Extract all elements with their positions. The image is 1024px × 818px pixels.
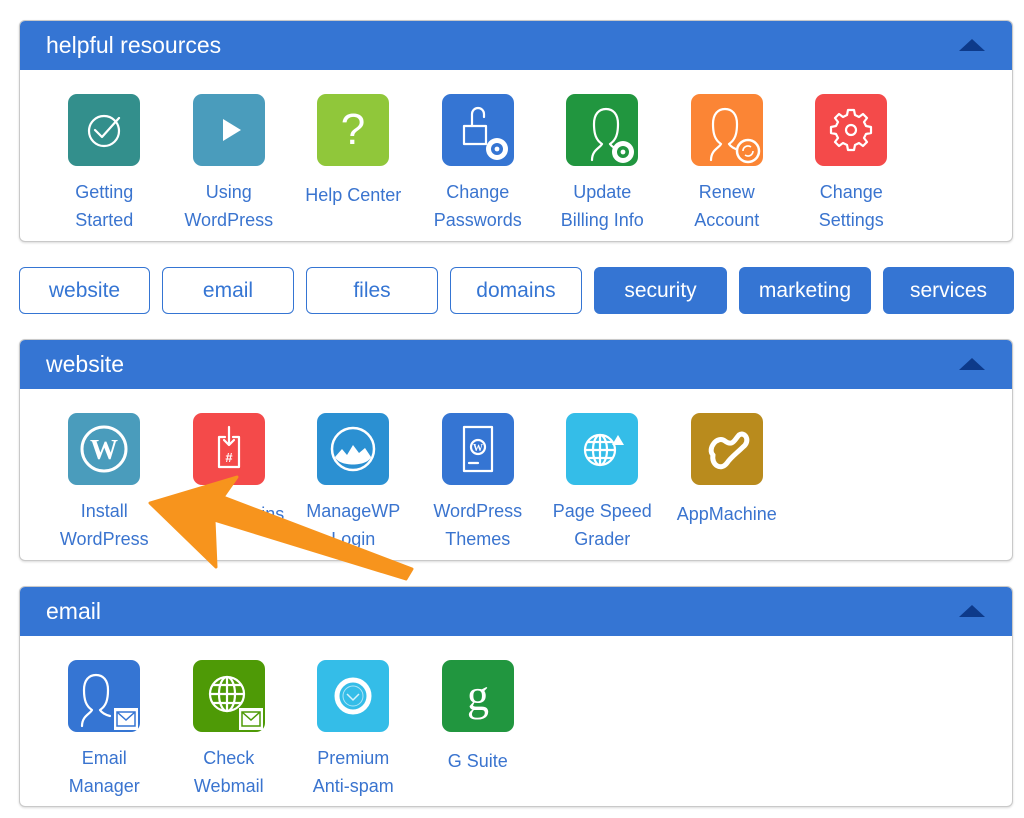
- question-mark-icon[interactable]: ?: [317, 94, 390, 166]
- helpful-resources-panel: helpful resources Getting Started Using W…: [19, 20, 1013, 242]
- item-page-speed-grader[interactable]: Page Speed Grader: [540, 413, 665, 553]
- item-label[interactable]: Install WordPress: [60, 497, 149, 553]
- svg-text:g: g: [467, 671, 489, 720]
- item-change-passwords[interactable]: Change Passwords: [416, 94, 541, 234]
- tab-website[interactable]: website: [19, 267, 150, 314]
- user-gear-icon[interactable]: [566, 94, 639, 166]
- item-change-settings[interactable]: Change Settings: [789, 94, 914, 234]
- items-grid: Getting Started Using WordPress? Help Cent…: [20, 70, 1012, 234]
- panel-title: helpful resources: [46, 32, 222, 58]
- item-label[interactable]: G Suite: [448, 747, 508, 775]
- svg-text:W: W: [473, 443, 483, 454]
- item-appmachine[interactable]: AppMachine: [665, 413, 790, 553]
- item-premium-anti-spam[interactable]: Premium Anti-spam: [291, 660, 416, 800]
- item-g-suite[interactable]: g G Suite: [416, 660, 541, 800]
- collapse-caret-icon[interactable]: [959, 605, 985, 617]
- item-label[interactable]: Install Plugins: [173, 500, 284, 528]
- item-renew-account[interactable]: Renew Account: [665, 94, 790, 234]
- tab-email[interactable]: email: [162, 267, 294, 314]
- item-label[interactable]: Change Settings: [819, 178, 884, 234]
- website-panel: website W Install WordPress # Install Plugi…: [19, 339, 1013, 561]
- item-label[interactable]: AppMachine: [677, 500, 777, 528]
- item-label[interactable]: Renew Account: [694, 178, 759, 234]
- item-label[interactable]: Email Manager: [69, 744, 140, 800]
- item-using-wordpress[interactable]: Using WordPress: [167, 94, 292, 234]
- item-label[interactable]: Update Billing Info: [561, 178, 644, 234]
- collapse-caret-icon[interactable]: [959, 39, 985, 51]
- tab-services[interactable]: services: [883, 267, 1014, 314]
- item-install-plugins[interactable]: # Install Plugins: [167, 413, 292, 553]
- antispam-icon[interactable]: [317, 660, 390, 732]
- panel-header: helpful resources: [20, 21, 1012, 70]
- svg-text:?: ?: [341, 105, 365, 154]
- item-label[interactable]: Change Passwords: [434, 178, 522, 234]
- g-suite-icon[interactable]: g: [441, 660, 514, 732]
- play-icon[interactable]: [192, 94, 265, 166]
- tab-marketing[interactable]: marketing: [739, 267, 871, 314]
- item-label[interactable]: Page Speed Grader: [553, 497, 652, 553]
- panel-header: website: [20, 340, 1012, 389]
- item-label[interactable]: Check Webmail: [194, 744, 264, 800]
- items-grid: W Install WordPress # Install Plugins Manage…: [20, 389, 1012, 553]
- collapse-caret-icon[interactable]: [959, 358, 985, 370]
- item-install-wordpress[interactable]: W Install WordPress: [42, 413, 167, 553]
- email-panel: email Email Manager Check Webmail Premium …: [19, 586, 1013, 807]
- item-managewp-login[interactable]: ManageWP Login: [291, 413, 416, 553]
- globe-mail-icon[interactable]: [192, 660, 265, 732]
- item-label[interactable]: ManageWP Login: [306, 497, 400, 553]
- wordpress-theme-icon[interactable]: W: [441, 413, 514, 485]
- gear-icon[interactable]: [815, 94, 888, 166]
- panel-title: website: [46, 351, 124, 377]
- item-check-webmail[interactable]: Check Webmail: [167, 660, 292, 800]
- tab-security[interactable]: security: [594, 267, 727, 314]
- category-tabs: website email files domains security mar…: [19, 267, 1014, 314]
- wordpress-icon[interactable]: W: [68, 413, 141, 485]
- managewp-icon[interactable]: [317, 413, 390, 485]
- panel-title: email: [46, 598, 101, 624]
- checkmark-circle-icon[interactable]: [68, 94, 141, 166]
- tab-files[interactable]: files: [306, 267, 438, 314]
- item-update-billing-info[interactable]: Update Billing Info: [540, 94, 665, 234]
- item-label[interactable]: WordPress Themes: [433, 497, 522, 553]
- svg-text:#: #: [225, 450, 233, 465]
- item-wordpress-themes[interactable]: W WordPress Themes: [416, 413, 541, 553]
- item-getting-started[interactable]: Getting Started: [42, 94, 167, 234]
- panel-header: email: [20, 587, 1012, 636]
- plugin-install-icon[interactable]: #: [192, 413, 265, 485]
- item-label[interactable]: Getting Started: [75, 178, 133, 234]
- item-help-center[interactable]: ? Help Center: [291, 94, 416, 234]
- globe-arrow-icon[interactable]: [566, 413, 639, 485]
- item-email-manager[interactable]: Email Manager: [42, 660, 167, 800]
- unlock-gear-icon[interactable]: [441, 94, 514, 166]
- item-label[interactable]: Help Center: [305, 181, 401, 209]
- items-grid: Email Manager Check Webmail Premium Anti-s…: [20, 636, 1012, 800]
- item-label[interactable]: Premium Anti-spam: [313, 744, 394, 800]
- user-refresh-icon[interactable]: [690, 94, 763, 166]
- user-mail-icon[interactable]: [68, 660, 141, 732]
- tab-domains[interactable]: domains: [450, 267, 582, 314]
- svg-text:W: W: [90, 435, 118, 466]
- item-label[interactable]: Using WordPress: [184, 178, 273, 234]
- appmachine-icon[interactable]: [690, 413, 763, 485]
